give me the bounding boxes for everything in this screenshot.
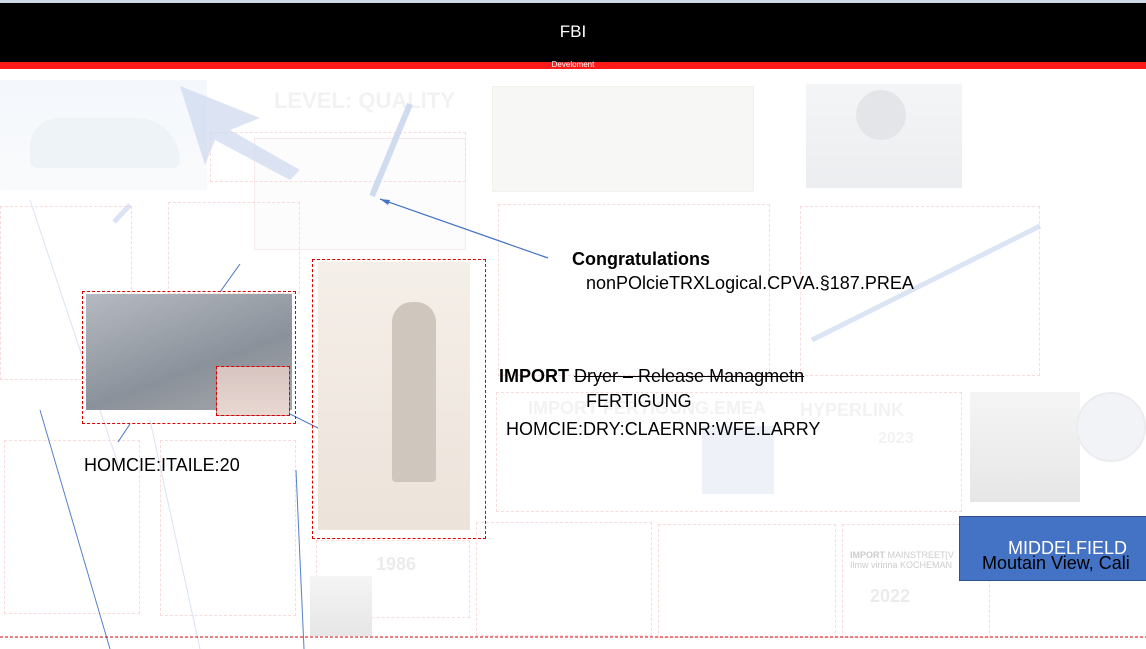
fertigung-text: FERTIGUNG <box>586 391 692 411</box>
callout-title: Congratulations <box>572 249 710 269</box>
location-subtitle: Moutain View, Cali <box>982 553 1130 573</box>
import-line: IMPORT Dryer – Release Managmetn <box>499 366 804 387</box>
man-on-stairs-photo <box>318 262 470 530</box>
homcie-dry-text: HOMCIE:DRY:CLAERNR:WFE.LARRY <box>506 419 821 439</box>
struck-release-text: Dryer – Release Managmetn <box>574 366 805 386</box>
homcie-itaile-label: HOMCIE:ITAILE:20 <box>84 455 240 475</box>
callout-subtitle: nonPOlcieTRXLogical.CPVA.§187.PREA <box>586 273 914 293</box>
import-label: IMPORT <box>499 366 569 386</box>
